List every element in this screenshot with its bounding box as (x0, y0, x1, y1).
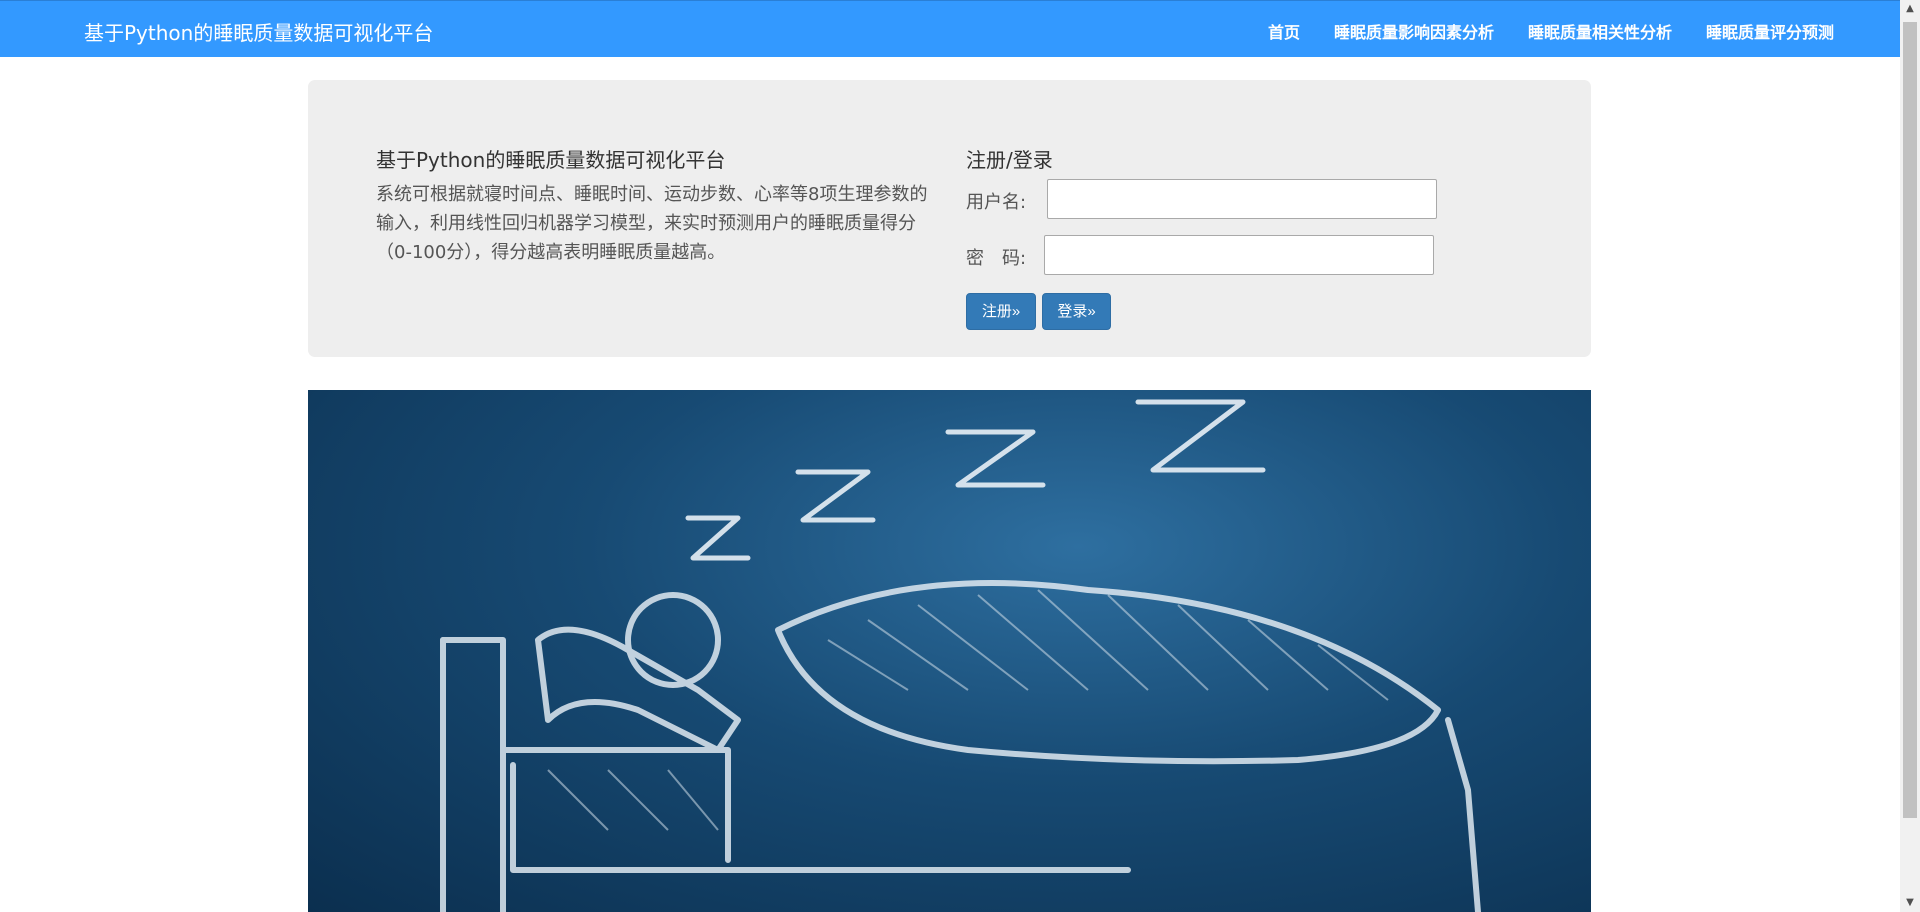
login-button[interactable]: 登录» (1042, 293, 1111, 330)
scrollbar-thumb[interactable] (1903, 22, 1917, 818)
vertical-scrollbar[interactable]: ▲ ▼ (1900, 0, 1920, 912)
username-label: 用户名: (966, 192, 1027, 213)
nav-link-home[interactable]: 首页 (1268, 19, 1300, 43)
intro-description: 系统可根据就寝时间点、睡眠时间、运动步数、心率等8项生理参数的输入，利用线性回归… (376, 184, 928, 263)
password-input[interactable] (1044, 235, 1434, 275)
nav-link-factor-analysis[interactable]: 睡眠质量影响因素分析 (1334, 19, 1494, 43)
hero-image (308, 390, 1591, 912)
nav-link-correlation-analysis[interactable]: 睡眠质量相关性分析 (1528, 19, 1672, 43)
sleep-z-3 (945, 429, 1046, 488)
username-input[interactable] (1047, 179, 1437, 219)
login-title: 注册/登录 (966, 148, 1053, 172)
sleep-z-1 (685, 515, 751, 561)
nav-links: 首页 睡眠质量影响因素分析 睡眠质量相关性分析 睡眠质量评分预测 (1268, 19, 1834, 43)
sleep-z-2 (795, 469, 876, 523)
password-label: 密 码: (966, 248, 1027, 269)
brand-title[interactable]: 基于Python的睡眠质量数据可视化平台 (84, 17, 433, 46)
bed-drawing (440, 580, 1481, 912)
scroll-up-icon[interactable]: ▲ (1900, 0, 1920, 18)
scroll-down-icon[interactable]: ▼ (1900, 894, 1920, 912)
register-button[interactable]: 注册» (966, 293, 1036, 330)
sleep-z-4 (1135, 399, 1266, 473)
intro-title: 基于Python的睡眠质量数据可视化平台 (376, 148, 726, 172)
sleeping-person-illustration (440, 399, 1481, 912)
intro-login-panel: 基于Python的睡眠质量数据可视化平台 系统可根据就寝时间点、睡眠时间、运动步… (308, 80, 1591, 357)
top-navbar: 基于Python的睡眠质量数据可视化平台 首页 睡眠质量影响因素分析 睡眠质量相… (0, 0, 1900, 57)
nav-link-score-prediction[interactable]: 睡眠质量评分预测 (1706, 19, 1834, 43)
